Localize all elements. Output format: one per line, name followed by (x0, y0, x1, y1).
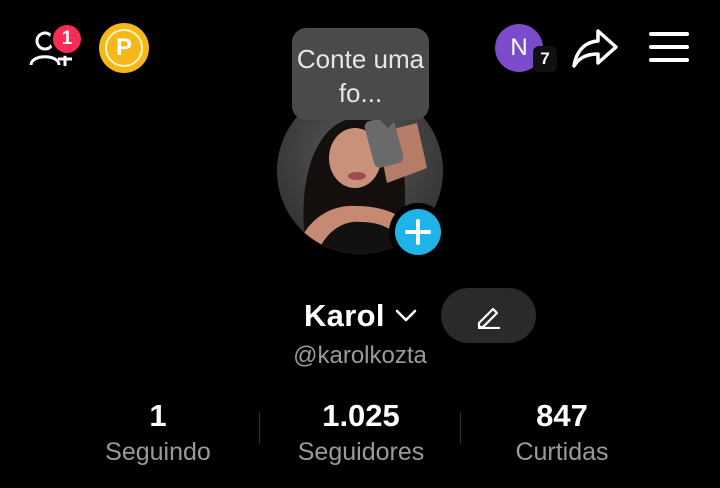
account-switcher[interactable]: N 7 (495, 24, 563, 72)
tooltip-arrow (378, 118, 398, 128)
stat-divider (460, 412, 461, 444)
stat-divider (259, 412, 260, 444)
edit-pencil-icon (477, 307, 500, 329)
likes-count: 847 (536, 398, 588, 433)
account-count-badge: 7 (533, 46, 557, 72)
coin-icon: P (105, 29, 143, 67)
edit-profile-button[interactable] (441, 288, 536, 343)
likes-stat[interactable]: 847 Curtidas (500, 398, 624, 467)
display-name-dropdown[interactable]: Karol (304, 298, 417, 338)
add-friend-button[interactable]: 1 (26, 22, 84, 72)
chevron-down-icon (395, 309, 417, 322)
share-icon[interactable] (570, 26, 620, 70)
coin-button[interactable]: P (99, 23, 149, 73)
username: @karolkozta (293, 342, 427, 369)
profile-page: 1 P N 7 Conte uma fo... Karol @karolkozt… (0, 0, 720, 488)
following-stat[interactable]: 1 Seguindo (90, 398, 226, 467)
likes-label: Curtidas (515, 438, 609, 466)
add-story-button[interactable] (389, 203, 447, 261)
plus-icon (395, 209, 441, 255)
followers-stat[interactable]: 1.025 Seguidores (286, 398, 436, 467)
menu-icon[interactable] (648, 30, 690, 64)
followers-count: 1.025 (322, 398, 400, 433)
followers-label: Seguidores (297, 438, 425, 466)
notification-badge: 1 (50, 22, 84, 56)
following-label: Seguindo (105, 438, 211, 466)
bio-tooltip[interactable]: Conte uma fo... (292, 28, 429, 120)
following-count: 1 (149, 398, 167, 433)
display-name: Karol (304, 298, 385, 333)
